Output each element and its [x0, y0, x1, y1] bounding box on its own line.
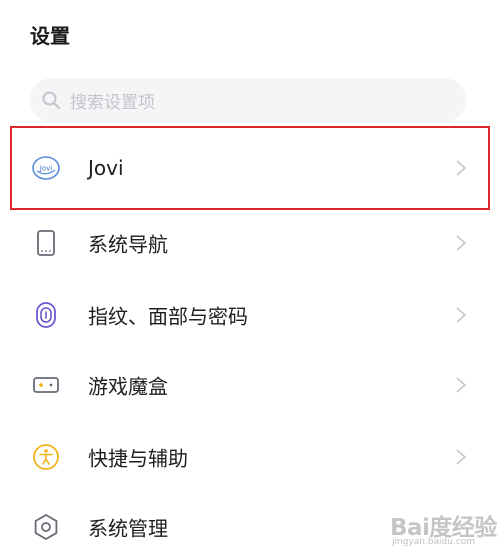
search-icon — [42, 91, 60, 109]
baidu-watermark-url: jingyan.baidu.com — [392, 537, 476, 547]
settings-item-label: 快捷与辅助 — [88, 446, 188, 471]
chevron-right-icon — [456, 377, 467, 393]
accessibility-icon — [33, 444, 59, 470]
settings-item-system-navigation[interactable]: 系统导航 — [0, 208, 500, 278]
chevron-right-icon — [456, 307, 467, 323]
settings-item-label: 系统导航 — [88, 232, 168, 257]
settings-item-shortcuts-accessibility[interactable]: 快捷与辅助 — [0, 422, 500, 492]
search-bar[interactable]: 搜索设置项 — [30, 78, 466, 122]
search-placeholder: 搜索设置项 — [70, 92, 155, 113]
chevron-right-icon — [456, 449, 467, 465]
hexagon-settings-icon — [34, 513, 58, 541]
settings-item-label: 指纹、面部与密码 — [88, 304, 248, 329]
settings-page: 设置 搜索设置项 Jovi Jovi 系统导航 指纹、面部与密码 游戏魔盒 快捷… — [0, 0, 500, 555]
settings-item-label: 系统管理 — [88, 516, 168, 541]
chevron-right-icon — [456, 235, 467, 251]
phone-navigation-icon — [37, 230, 55, 256]
settings-item-game-box[interactable]: 游戏魔盒 — [0, 350, 500, 420]
settings-item-label: 游戏魔盒 — [88, 374, 168, 399]
gamepad-icon — [33, 377, 59, 393]
settings-item-fingerprint-face-password[interactable]: 指纹、面部与密码 — [0, 280, 500, 350]
highlight-box — [10, 126, 490, 210]
page-title: 设置 — [30, 24, 70, 48]
fingerprint-icon — [36, 302, 56, 328]
